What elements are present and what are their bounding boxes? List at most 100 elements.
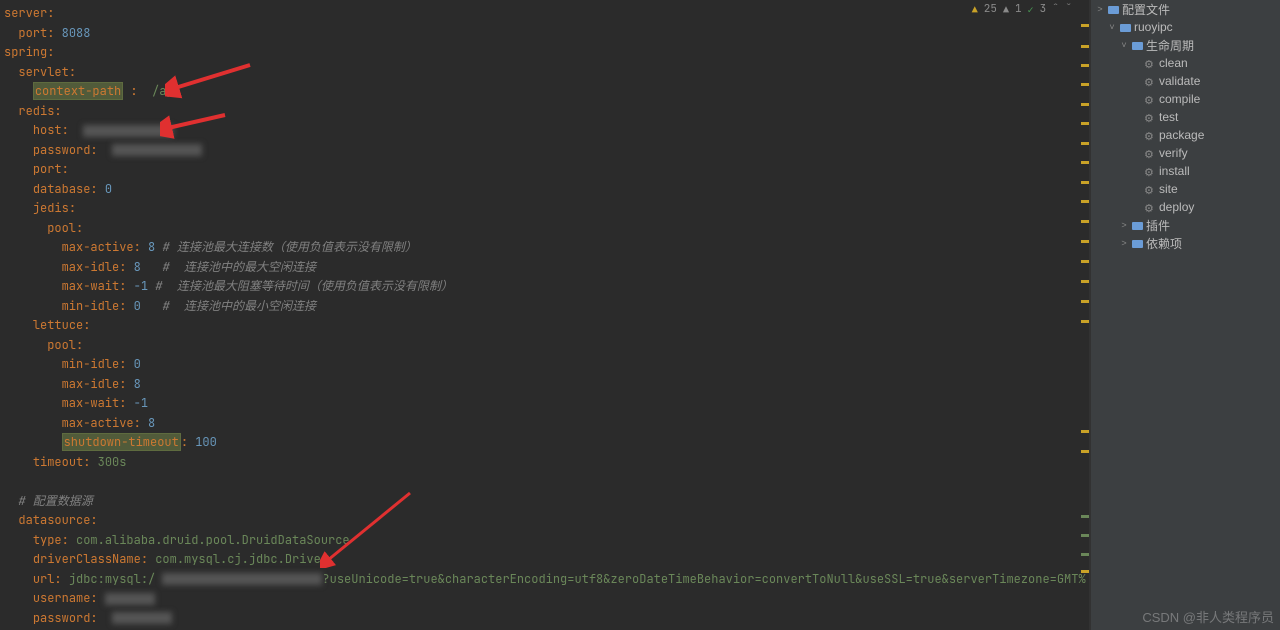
tree-twisty-icon[interactable]: > [1119,220,1129,230]
tree-dependencies[interactable]: > 依赖项 [1091,234,1280,252]
code-line[interactable]: driverClassName: com.mysql.cj.jdbc.Drive… [4,550,1080,570]
gear-icon [1144,75,1156,87]
code-line[interactable]: type: com.alibaba.druid.pool.DruidDataSo… [4,531,1080,551]
warning-marker[interactable] [1081,220,1089,223]
tree-twisty-icon[interactable]: ˅ [1107,22,1117,32]
tree-label: site [1159,182,1178,196]
ok-marker[interactable] [1081,515,1089,518]
folder-icon [1108,6,1119,14]
tree-plugins[interactable]: >插件 [1091,216,1280,234]
code-line[interactable]: max-active: 8 # 连接池最大连接数（使用负值表示没有限制） [4,238,1080,258]
tree-twisty-icon[interactable]: ˅ [1119,40,1129,50]
lifecycle-site[interactable]: site [1091,180,1280,198]
code-line[interactable]: jedis: [4,199,1080,219]
tree-label: 依赖项 [1146,235,1182,252]
code-line[interactable]: max-active: 8 [4,414,1080,434]
warning-marker[interactable] [1081,161,1089,164]
gear-icon [1144,57,1156,69]
gear-icon [1144,183,1156,195]
folder-icon [1132,240,1143,248]
tree-label: package [1159,128,1204,142]
ok-marker[interactable] [1081,534,1089,537]
warning-marker[interactable] [1081,24,1089,27]
warning-marker[interactable] [1081,450,1089,453]
gear-icon [1144,93,1156,105]
watermark: CSDN @非人类程序员 [1142,607,1274,626]
tree-project[interactable]: ˅ ruoyipc [1091,18,1280,36]
warning-marker[interactable] [1081,300,1089,303]
lifecycle-deploy[interactable]: deploy [1091,198,1280,216]
warning-marker[interactable] [1081,570,1089,573]
code-line[interactable]: # 配置数据源 [4,492,1080,512]
code-line[interactable]: port: 8088 [4,24,1080,44]
code-line[interactable] [4,472,1080,492]
tree-twisty-icon[interactable]: > [1095,4,1105,14]
lifecycle-test[interactable]: test [1091,108,1280,126]
gear-icon [1144,111,1156,123]
warning-marker[interactable] [1081,142,1089,145]
tree-label: validate [1159,74,1200,88]
tree-label: clean [1159,56,1188,70]
code-line[interactable]: max-wait: -1 # 连接池最大阻塞等待时间（使用负值表示没有限制） [4,277,1080,297]
code-line[interactable]: min-idle: 0 [4,355,1080,375]
folder-icon [1132,42,1143,50]
lifecycle-clean[interactable]: clean [1091,54,1280,72]
warning-marker[interactable] [1081,122,1089,125]
gear-icon [1144,129,1156,141]
warning-marker[interactable] [1081,83,1089,86]
code-line[interactable]: timeout: 300s [4,453,1080,473]
warning-marker[interactable] [1081,45,1089,48]
tree-label: compile [1159,92,1200,106]
code-line[interactable]: database: 0 [4,180,1080,200]
warning-marker[interactable] [1081,64,1089,67]
tree-lifecycle[interactable]: ˅ 生命周期 [1091,36,1280,54]
code-line[interactable]: username: [4,589,1080,609]
tree-label: 生命周期 [1146,37,1194,54]
warning-marker[interactable] [1081,280,1089,283]
tree-label: install [1159,164,1190,178]
warning-marker[interactable] [1081,320,1089,323]
code-line[interactable]: pool: [4,219,1080,239]
code-line[interactable]: servlet: [4,63,1080,83]
code-line[interactable]: shutdown-timeout: 100 [4,433,1080,453]
code-line[interactable]: max-idle: 8 # 连接池中的最大空闲连接 [4,258,1080,278]
code-line[interactable]: context-path : /app [4,82,1080,102]
code-line[interactable]: datasource: [4,511,1080,531]
gear-icon [1144,165,1156,177]
tree-label: ruoyipc [1134,20,1173,34]
tree-label: test [1159,110,1178,124]
tree-label: 配置文件 [1122,1,1170,18]
code-line[interactable]: password: [4,609,1080,629]
lifecycle-validate[interactable]: validate [1091,72,1280,90]
warning-marker[interactable] [1081,240,1089,243]
tree-twisty-icon[interactable]: > [1119,238,1129,248]
lifecycle-install[interactable]: install [1091,162,1280,180]
maven-tool-window[interactable]: > 配置文件 ˅ ruoyipc ˅ 生命周期 clean validate compile te… [1090,0,1280,630]
code-line[interactable]: server: [4,4,1080,24]
code-line[interactable]: redis: [4,102,1080,122]
folder-icon [1120,24,1131,32]
code-line[interactable]: password: [4,141,1080,161]
tree-label: deploy [1159,200,1194,214]
code-line[interactable]: lettuce: [4,316,1080,336]
warning-marker[interactable] [1081,181,1089,184]
code-line[interactable]: max-idle: 8 [4,375,1080,395]
code-line[interactable]: pool: [4,336,1080,356]
code-line[interactable]: min-idle: 0 # 连接池中的最小空闲连接 [4,297,1080,317]
warning-marker[interactable] [1081,103,1089,106]
lifecycle-package[interactable]: package [1091,126,1280,144]
warning-marker[interactable] [1081,260,1089,263]
warning-marker[interactable] [1081,200,1089,203]
code-line[interactable]: host: [4,121,1080,141]
code-line[interactable]: url: jdbc:mysql:/ ?useUnicode=true&chara… [4,570,1080,590]
code-line[interactable]: port: [4,160,1080,180]
code-line[interactable]: spring: [4,43,1080,63]
lifecycle-verify[interactable]: verify [1091,144,1280,162]
warning-marker[interactable] [1081,430,1089,433]
code-line[interactable]: max-wait: -1 [4,394,1080,414]
folder-icon [1132,222,1143,230]
code-editor[interactable]: ▲25 ▲1 ✓3 ˆ ˇ server: port: 8088spring: … [0,0,1090,630]
lifecycle-compile[interactable]: compile [1091,90,1280,108]
ok-marker[interactable] [1081,553,1089,556]
tree-root[interactable]: > 配置文件 [1091,0,1280,18]
